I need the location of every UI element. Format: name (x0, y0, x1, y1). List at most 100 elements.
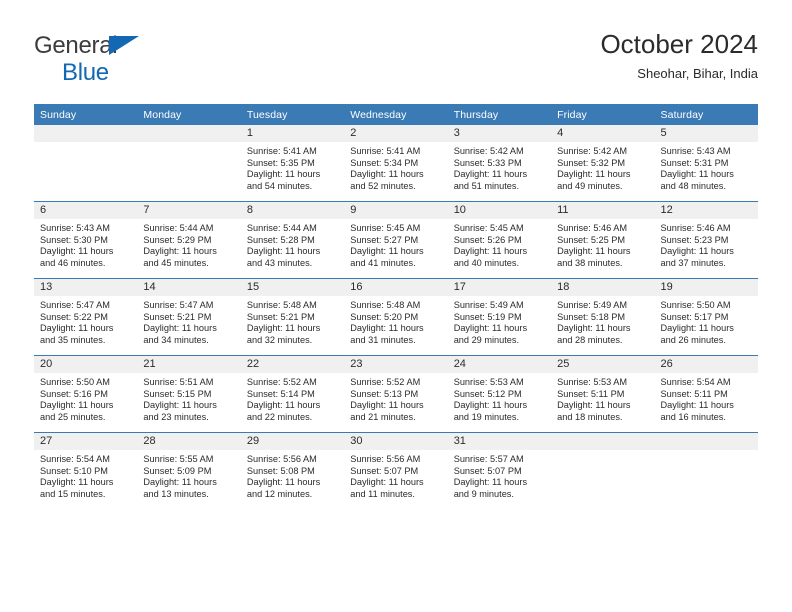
day-detail-line: Sunrise: 5:42 AM (453, 146, 524, 156)
day-cell-inner: 23 Sunrise: 5:52 AM Sunset: 5:13 PM Dayligh… (344, 356, 448, 432)
calendar-day-cell[interactable]: 14 Sunrise: 5:47 AM Sunset: 5:21 PM Dayligh… (137, 278, 241, 356)
day-detail-line: Daylight: 11 hours (350, 323, 424, 334)
day-detail: Sunrise: 5:57 AM Sunset: 5:07 PM Daylight:… (448, 450, 551, 500)
day-detail-line: Sunset: 5:28 PM (246, 234, 315, 245)
day-cell-inner: 19 Sunrise: 5:50 AM Sunset: 5:17 PM Dayligh… (654, 279, 758, 355)
general-blue-logo[interactable]: General Blue (34, 34, 214, 90)
day-detail: Sunrise: 5:53 AM Sunset: 5:12 PM Daylight:… (448, 373, 551, 423)
day-number: 16 (344, 279, 448, 296)
masthead: General Blue October 2024 Sheohar, Bihar… (34, 29, 758, 98)
day-cell-inner: 18 Sunrise: 5:49 AM Sunset: 5:18 PM Dayligh… (551, 279, 655, 355)
calendar-day-cell[interactable]: 6 Sunrise: 5:43 AM Sunset: 5:30 PM Daylight… (34, 201, 138, 279)
calendar-day-cell[interactable]: 27 Sunrise: 5:54 AM Sunset: 5:10 PM Dayligh… (34, 432, 138, 509)
day-cell-inner: 20 Sunrise: 5:50 AM Sunset: 5:16 PM Dayligh… (34, 356, 138, 432)
day-cell-inner: 8 Sunrise: 5:44 AM Sunset: 5:28 PM Daylight… (240, 202, 345, 278)
day-detail-line: Daylight: 11 hours (453, 169, 528, 180)
day-detail: Sunrise: 5:56 AM Sunset: 5:07 PM Daylight:… (344, 450, 447, 500)
day-detail: Sunrise: 5:48 AM Sunset: 5:21 PM Daylight:… (241, 296, 344, 346)
calendar-day-cell[interactable]: 1 Sunrise: 5:41 AM Sunset: 5:35 PM Daylight… (240, 125, 345, 202)
calendar-day-cell[interactable]: 25 Sunrise: 5:53 AM Sunset: 5:11 PM Dayligh… (551, 355, 655, 433)
calendar-day-cell[interactable]: 30 Sunrise: 5:56 AM Sunset: 5:07 PM Dayligh… (344, 432, 448, 509)
day-number: 7 (137, 202, 241, 219)
calendar-day-cell[interactable]: 21 Sunrise: 5:51 AM Sunset: 5:15 PM Dayligh… (137, 355, 241, 433)
calendar-day-cell[interactable]: 22 Sunrise: 5:52 AM Sunset: 5:14 PM Dayligh… (240, 355, 345, 433)
calendar-week-row: 1 Sunrise: 5:41 AM Sunset: 5:35 PM Daylight… (34, 125, 758, 202)
calendar-day-cell[interactable]: 2 Sunrise: 5:41 AM Sunset: 5:34 PM Daylight… (344, 125, 448, 202)
day-detail-line: and 41 minutes. (350, 257, 416, 268)
day-detail-line: and 26 minutes. (660, 334, 726, 345)
calendar-day-cell[interactable]: 18 Sunrise: 5:49 AM Sunset: 5:18 PM Dayligh… (551, 278, 655, 356)
page-title: October 2024 (600, 29, 758, 59)
day-detail-line: Sunrise: 5:50 AM (40, 377, 110, 387)
calendar-day-cell[interactable]: 3 Sunrise: 5:42 AM Sunset: 5:33 PM Daylight… (447, 125, 552, 202)
day-detail-line: Sunset: 5:15 PM (143, 388, 212, 399)
calendar-day-cell[interactable]: 12 Sunrise: 5:46 AM Sunset: 5:23 PM Dayligh… (654, 201, 758, 279)
calendar-day-cell[interactable]: 19 Sunrise: 5:50 AM Sunset: 5:17 PM Dayligh… (654, 278, 758, 356)
day-detail-line: Sunset: 5:21 PM (143, 311, 212, 322)
calendar-day-cell[interactable]: 15 Sunrise: 5:48 AM Sunset: 5:21 PM Dayligh… (240, 278, 345, 356)
day-detail-line: Sunset: 5:35 PM (246, 157, 315, 168)
day-detail-line: Sunrise: 5:49 AM (453, 300, 524, 310)
day-detail-line: Daylight: 11 hours (143, 400, 217, 411)
day-detail-line: Sunset: 5:23 PM (660, 234, 729, 245)
day-detail-line: Daylight: 11 hours (453, 477, 528, 488)
day-detail: Sunrise: 5:50 AM Sunset: 5:16 PM Daylight:… (34, 373, 137, 423)
day-number: 4 (551, 125, 655, 142)
day-detail-line: Sunset: 5:13 PM (350, 388, 419, 399)
day-detail-line: Sunrise: 5:55 AM (143, 454, 214, 464)
calendar-day-cell[interactable]: 24 Sunrise: 5:53 AM Sunset: 5:12 PM Dayligh… (447, 355, 552, 433)
day-detail-line: Sunrise: 5:44 AM (143, 223, 214, 233)
day-cell-inner: 28 Sunrise: 5:55 AM Sunset: 5:09 PM Dayligh… (137, 433, 241, 509)
day-detail-line: and 34 minutes. (143, 334, 209, 345)
calendar-day-cell[interactable]: 8 Sunrise: 5:44 AM Sunset: 5:28 PM Daylight… (240, 201, 345, 279)
day-detail-line: Daylight: 11 hours (557, 323, 631, 334)
calendar-day-cell[interactable]: 26 Sunrise: 5:54 AM Sunset: 5:11 PM Dayligh… (654, 355, 758, 433)
day-number (551, 433, 655, 450)
day-detail-line: Daylight: 11 hours (350, 169, 424, 180)
day-detail-line: Sunrise: 5:54 AM (40, 454, 110, 464)
calendar-day-cell[interactable]: 23 Sunrise: 5:52 AM Sunset: 5:13 PM Dayligh… (344, 355, 448, 433)
calendar-day-cell[interactable]: 28 Sunrise: 5:55 AM Sunset: 5:09 PM Dayligh… (137, 432, 241, 509)
day-detail: Sunrise: 5:52 AM Sunset: 5:13 PM Daylight:… (344, 373, 447, 423)
calendar-day-cell[interactable]: 4 Sunrise: 5:42 AM Sunset: 5:32 PM Daylight… (551, 125, 655, 202)
day-detail: Sunrise: 5:45 AM Sunset: 5:27 PM Daylight:… (344, 219, 447, 269)
day-detail-line: and 45 minutes. (143, 257, 209, 268)
day-number: 19 (654, 279, 758, 296)
calendar-day-cell[interactable]: 5 Sunrise: 5:43 AM Sunset: 5:31 PM Daylight… (654, 125, 758, 202)
day-detail-line: and 23 minutes. (143, 411, 209, 422)
day-detail-line: and 19 minutes. (453, 411, 520, 422)
calendar-day-cell[interactable]: 29 Sunrise: 5:56 AM Sunset: 5:08 PM Dayligh… (240, 432, 345, 509)
day-detail-line: and 46 minutes. (40, 257, 106, 268)
day-detail: Sunrise: 5:43 AM Sunset: 5:30 PM Daylight:… (34, 219, 137, 269)
day-cell-inner: 13 Sunrise: 5:47 AM Sunset: 5:22 PM Dayligh… (34, 279, 138, 355)
weekday-header-monday: Monday (137, 104, 241, 125)
calendar-day-cell[interactable]: 17 Sunrise: 5:49 AM Sunset: 5:19 PM Dayligh… (447, 278, 552, 356)
day-cell-inner: 2 Sunrise: 5:41 AM Sunset: 5:34 PM Daylight… (344, 125, 448, 201)
day-number: 11 (551, 202, 655, 219)
day-detail-line: Sunrise: 5:49 AM (557, 300, 628, 310)
day-cell-inner (34, 125, 138, 201)
day-number: 12 (654, 202, 758, 219)
day-detail-line: Daylight: 11 hours (143, 477, 217, 488)
calendar-page: General Blue October 2024 Sheohar, Bihar… (0, 0, 792, 612)
calendar-day-cell[interactable]: 31 Sunrise: 5:57 AM Sunset: 5:07 PM Dayligh… (447, 432, 552, 509)
day-detail: Sunrise: 5:52 AM Sunset: 5:14 PM Daylight:… (241, 373, 344, 423)
day-detail-line: Sunset: 5:33 PM (453, 157, 522, 168)
day-detail-line: Daylight: 11 hours (40, 400, 114, 411)
day-detail: Sunrise: 5:45 AM Sunset: 5:26 PM Daylight:… (448, 219, 551, 269)
day-number: 18 (551, 279, 655, 296)
calendar-day-cell[interactable]: 7 Sunrise: 5:44 AM Sunset: 5:29 PM Daylight… (137, 201, 241, 279)
day-cell-inner: 9 Sunrise: 5:45 AM Sunset: 5:27 PM Daylight… (344, 202, 448, 278)
day-detail-line: Daylight: 11 hours (246, 169, 321, 180)
day-detail-line: Sunrise: 5:48 AM (246, 300, 317, 310)
day-detail-line: Daylight: 11 hours (246, 400, 321, 411)
calendar-day-cell[interactable]: 10 Sunrise: 5:45 AM Sunset: 5:26 PM Dayligh… (447, 201, 552, 279)
day-number (654, 433, 758, 450)
calendar-day-cell[interactable]: 20 Sunrise: 5:50 AM Sunset: 5:16 PM Dayligh… (34, 355, 138, 433)
day-detail-line: and 16 minutes. (660, 411, 726, 422)
calendar-day-cell[interactable]: 9 Sunrise: 5:45 AM Sunset: 5:27 PM Daylight… (344, 201, 448, 279)
day-detail-line: Sunset: 5:07 PM (453, 465, 522, 476)
calendar-day-cell[interactable]: 13 Sunrise: 5:47 AM Sunset: 5:22 PM Dayligh… (34, 278, 138, 356)
calendar-day-cell[interactable]: 11 Sunrise: 5:46 AM Sunset: 5:25 PM Dayligh… (551, 201, 655, 279)
calendar-day-cell[interactable]: 16 Sunrise: 5:48 AM Sunset: 5:20 PM Dayligh… (344, 278, 448, 356)
